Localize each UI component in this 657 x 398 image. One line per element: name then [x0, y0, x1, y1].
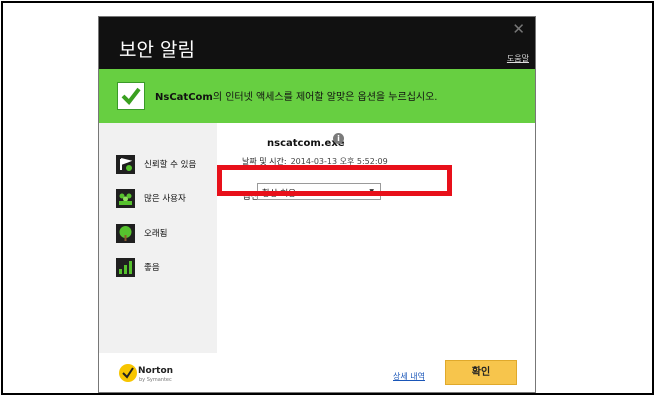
sidebar-item-label: 많은 사용자: [144, 194, 186, 204]
option-highlight-box: [217, 165, 452, 196]
norton-check-icon: [119, 364, 137, 382]
banner-text: 의 인터넷 액세스를 제어할 알맞은 옵션을 누르십시오.: [212, 92, 438, 103]
info-icon[interactable]: i: [333, 133, 344, 144]
help-link[interactable]: 도움말: [507, 53, 529, 64]
norton-logo: Norton by Symantec: [119, 364, 179, 384]
banner-message: NsCatCom의 인터넷 액세스를 제어할 알맞은 옵션을 누르십시오.: [155, 88, 437, 103]
ok-button[interactable]: 확인: [445, 360, 517, 385]
title-bar: 보안 알림 ✕ 도움말: [99, 17, 535, 69]
reputation-sidebar: 신뢰할 수 있음 많은 사용자 오래됨 좋음: [99, 123, 217, 392]
alert-banner: NsCatCom의 인터넷 액세스를 제어할 알맞은 옵션을 누르십시오.: [99, 69, 535, 123]
sidebar-item-label: 신뢰할 수 있음: [144, 160, 197, 170]
banner-app-name: NsCatCom: [155, 92, 213, 103]
sidebar-item-label: 좋음: [144, 263, 160, 273]
close-icon[interactable]: ✕: [512, 20, 525, 38]
age-icon: [116, 224, 135, 243]
security-alert-dialog: 보안 알림 ✕ 도움말 NsCatCom의 인터넷 액세스를 제어할 알맞은 옵…: [99, 17, 535, 392]
users-icon: [116, 189, 135, 208]
norton-sub: by Symantec: [139, 377, 172, 383]
dialog-footer: Norton by Symantec 상세 내역 확인: [99, 353, 535, 392]
dialog-title: 보안 알림: [119, 39, 195, 61]
signal-icon: [116, 258, 135, 277]
trust-icon: [116, 155, 135, 174]
check-icon: [117, 82, 145, 110]
sidebar-item-label: 오래됨: [144, 229, 168, 239]
details-panel: nscatcom.exe i 날짜 및 시간: 2014-03-13 오후 5:5…: [217, 123, 535, 353]
details-link[interactable]: 상세 내역: [393, 371, 425, 382]
norton-brand: Norton: [138, 366, 174, 376]
